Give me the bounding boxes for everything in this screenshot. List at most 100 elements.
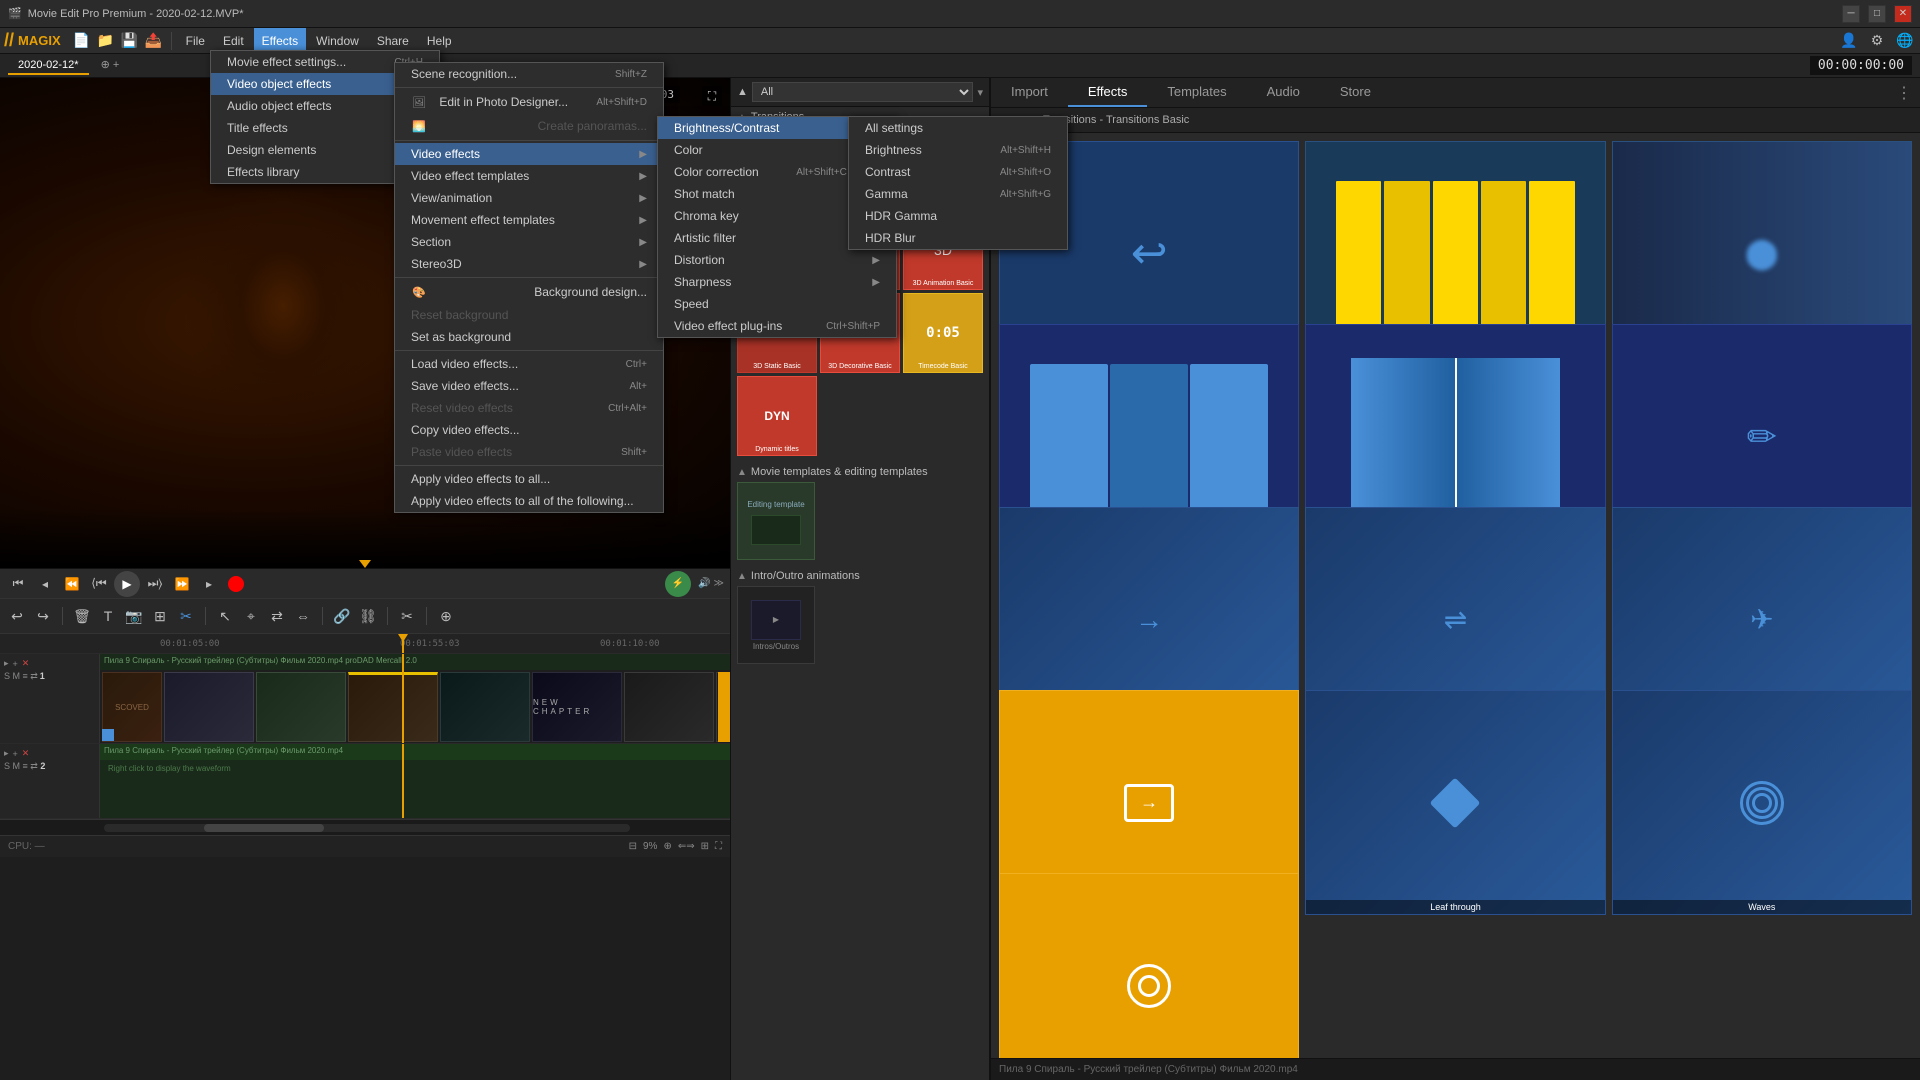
save-icon[interactable]: 💾 — [119, 30, 141, 52]
grid-button[interactable]: ⊞ — [149, 605, 171, 627]
track-1-expand[interactable]: ▸ — [4, 658, 9, 669]
clip-2[interactable] — [164, 672, 254, 742]
distortion-item[interactable]: Distortion ▶ — [658, 249, 896, 271]
editing-template-card[interactable]: Editing template — [737, 482, 815, 560]
scene-recognition-item[interactable]: Scene recognition... Shift+Z — [395, 63, 663, 85]
delete-button[interactable]: 🗑 — [71, 605, 93, 627]
fit-view-icon[interactable]: ⇐⇒ — [678, 841, 695, 852]
magix-online-icon[interactable]: 🌐 — [1894, 30, 1916, 52]
background-design-item[interactable]: 🎨 Background design... — [395, 280, 663, 304]
right-panel-menu-icon[interactable]: ⋮ — [1896, 83, 1912, 103]
blade-tool[interactable]: ⌖ — [240, 605, 262, 627]
movie-templates-section-header[interactable]: ▲ Movie templates & editing templates — [731, 462, 989, 482]
video-effects-item[interactable]: Video effects ▶ — [395, 143, 663, 165]
text-button[interactable]: T — [97, 605, 119, 627]
redo-button[interactable]: ↪ — [32, 605, 54, 627]
snapshot-button[interactable]: 📷 — [123, 605, 145, 627]
video-effect-plugins-item[interactable]: Video effect plug-ins Ctrl+Shift+P — [658, 315, 896, 337]
timecode-basic-card[interactable]: 0:05 Timecode Basic — [903, 293, 983, 373]
close-button[interactable]: ✕ — [1894, 5, 1912, 23]
play-button[interactable]: ▶ — [114, 571, 140, 597]
clip-6[interactable]: NEW CHAPTER — [532, 672, 622, 742]
clip-7[interactable] — [624, 672, 714, 742]
video-effect-templates-item[interactable]: Video effect templates ▶ — [395, 165, 663, 187]
store-tab[interactable]: Store — [1320, 78, 1391, 107]
leaf-through-card[interactable]: Leaf through — [1305, 690, 1605, 915]
zoom-out-icon[interactable]: ⊟ — [629, 841, 637, 852]
track-1-add[interactable]: + — [13, 659, 18, 669]
dynamic-titles-card[interactable]: DYN Dynamic titles — [737, 376, 817, 456]
prev-clip-button[interactable]: ⟨⏮ — [87, 572, 111, 596]
templates-tab[interactable]: Templates — [1147, 78, 1246, 107]
menu-file[interactable]: File — [178, 28, 213, 53]
speed-item[interactable]: Speed — [658, 293, 896, 315]
clip-5[interactable] — [440, 672, 530, 742]
new-icon[interactable]: 📄 — [71, 30, 93, 52]
sharpness-item[interactable]: Sharpness ▶ — [658, 271, 896, 293]
audio-tab[interactable]: Audio — [1247, 78, 1320, 107]
track-2-expand[interactable]: ▸ — [4, 748, 9, 759]
timeline-scrollbar[interactable] — [0, 819, 730, 835]
export-icon[interactable]: 📤 — [143, 30, 165, 52]
next-marker-button[interactable]: ⏩ — [170, 572, 194, 596]
apply-all-following-item[interactable]: Apply video effects to all of the follow… — [395, 490, 663, 512]
scroll-thumb[interactable] — [204, 824, 324, 832]
track-2-add[interactable]: + — [13, 749, 18, 759]
next-frame-button[interactable]: ▸ — [197, 572, 221, 596]
expand-icon[interactable]: ⛶ — [715, 841, 722, 852]
expand-timeline-icon[interactable]: ≫ — [714, 578, 724, 589]
track-2-delete[interactable]: ✕ — [22, 748, 30, 759]
clip-3[interactable] — [256, 672, 346, 742]
contrast-item[interactable]: Contrast Alt+Shift+O — [849, 161, 1067, 183]
maximize-button[interactable]: □ — [1868, 5, 1886, 23]
record-button[interactable] — [228, 576, 244, 592]
jog-wheel[interactable]: ⚡ — [665, 571, 691, 597]
cursor-tool[interactable]: ↖ — [214, 605, 236, 627]
effects-tab[interactable]: Effects — [1068, 78, 1148, 107]
project-tab[interactable]: 2020-02-12* — [8, 57, 89, 75]
add-media-button[interactable]: ⊕ — [435, 605, 457, 627]
link-button[interactable]: 🔗 — [331, 605, 353, 627]
clip-4[interactable] — [348, 672, 438, 742]
load-video-effects-item[interactable]: Load video effects... Ctrl+ — [395, 353, 663, 375]
zooming-card[interactable]: Zooming — [999, 873, 1299, 1058]
all-settings-item[interactable]: All settings — [849, 117, 1067, 139]
hdr-blur-item[interactable]: HDR Blur — [849, 227, 1067, 249]
intros-outros-card[interactable]: ▶ Intros/Outros — [737, 586, 815, 664]
gamma-item[interactable]: Gamma Alt+Shift+G — [849, 183, 1067, 205]
intro-outro-section-header[interactable]: ▲ Intro/Outro animations — [731, 566, 989, 586]
add-tab-button[interactable]: ⊕ + — [91, 56, 130, 75]
copy-video-effects-item[interactable]: Copy video effects... — [395, 419, 663, 441]
zoom-in-icon[interactable]: ⊕ — [663, 841, 671, 852]
save-video-effects-item[interactable]: Save video effects... Alt+ — [395, 375, 663, 397]
slide-tool[interactable]: ⇔ — [292, 605, 314, 627]
waves-card[interactable]: Waves — [1612, 690, 1912, 915]
trim-button[interactable]: ✂ — [175, 605, 197, 627]
minimize-button[interactable]: ─ — [1842, 5, 1860, 23]
trim-tool[interactable]: ⇄ — [266, 605, 288, 627]
import-tab[interactable]: Import — [991, 78, 1068, 107]
settings-gear-icon[interactable]: ⚙ — [1866, 30, 1888, 52]
open-icon[interactable]: 📁 — [95, 30, 117, 52]
prev-marker-button[interactable]: ⏪ — [60, 572, 84, 596]
movement-effect-templates-item[interactable]: Movement effect templates ▶ — [395, 209, 663, 231]
next-clip-button[interactable]: ⏭⟩ — [143, 572, 167, 596]
brightness-item[interactable]: Brightness Alt+Shift+H — [849, 139, 1067, 161]
undo-button[interactable]: ↩ — [6, 605, 28, 627]
hdr-gamma-item[interactable]: HDR Gamma — [849, 205, 1067, 227]
prev-frame-button[interactable]: ◂ — [33, 572, 57, 596]
track-1-delete[interactable]: ✕ — [22, 658, 30, 669]
fullscreen-button[interactable]: ⛶ — [702, 86, 722, 106]
view-animation-item[interactable]: View/animation ▶ — [395, 187, 663, 209]
apply-all-item[interactable]: Apply video effects to all... — [395, 468, 663, 490]
set-as-background-item[interactable]: Set as background — [395, 326, 663, 348]
view-options-icon[interactable]: ⊞ — [701, 841, 709, 852]
edit-photo-designer-item[interactable]: 🖼 Edit in Photo Designer... Alt+Shift+D — [395, 90, 663, 114]
stereo3d-item[interactable]: Stereo3D ▶ — [395, 253, 663, 275]
category-select[interactable]: All — [752, 82, 974, 102]
section-item[interactable]: Section ▶ — [395, 231, 663, 253]
collapse-arrow[interactable]: ▲ — [737, 86, 748, 98]
user-icon[interactable]: 👤 — [1838, 30, 1860, 52]
razor-tool[interactable]: ✂ — [396, 605, 418, 627]
go-start-button[interactable]: ⏮ — [6, 572, 30, 596]
